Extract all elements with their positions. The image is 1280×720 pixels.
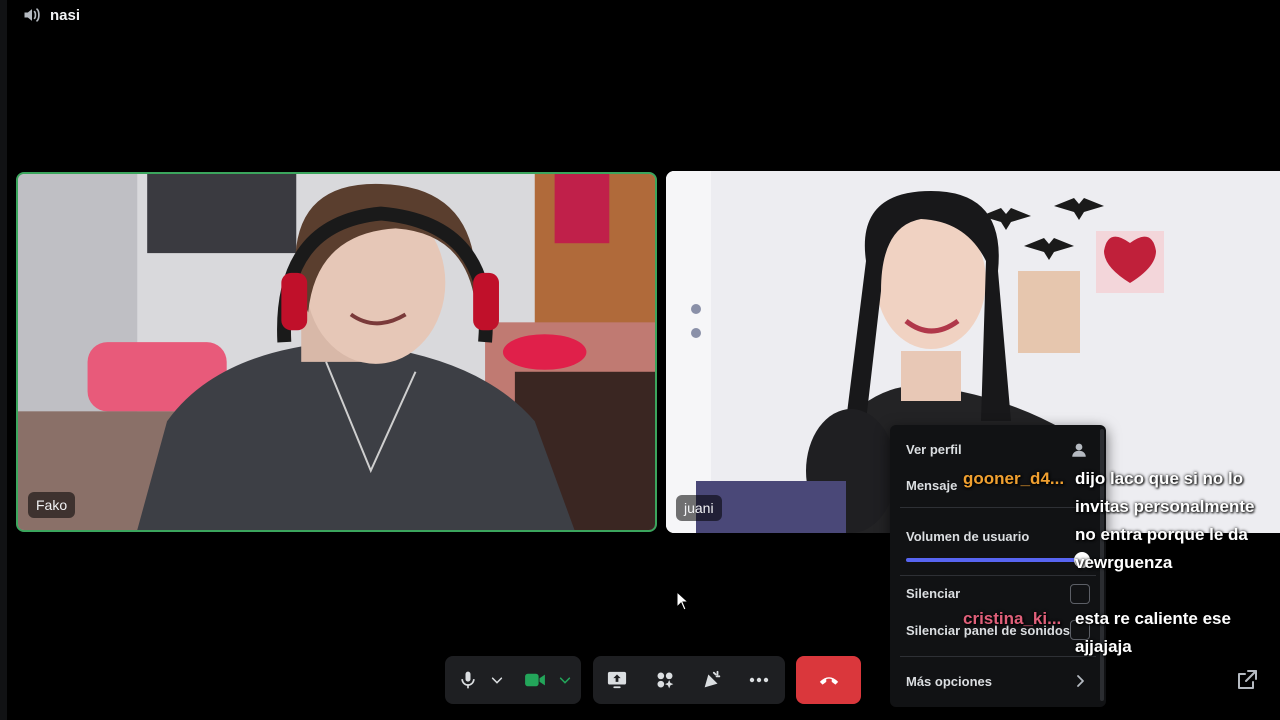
left-edge (0, 0, 7, 720)
soundboard-icon (704, 670, 721, 688)
mute-checkbox[interactable] (1070, 584, 1090, 604)
profile-icon (1072, 443, 1086, 457)
menu-item-more-options[interactable]: Más opciones (906, 674, 992, 689)
microphone-icon (461, 671, 475, 689)
menu-separator (900, 656, 1096, 657)
hang-up-button[interactable] (796, 656, 861, 704)
menu-item-message[interactable]: Mensaje (906, 478, 957, 493)
activities-button[interactable] (649, 664, 681, 696)
screen-share-button[interactable] (601, 664, 633, 696)
video-options-button[interactable] (551, 664, 579, 696)
chat-overlay-message: dijo laco que si no lo invitas personalm… (1075, 469, 1255, 572)
speaker-icon (24, 8, 40, 22)
camera-button[interactable] (519, 664, 551, 696)
menu-separator (900, 507, 1096, 508)
chat-overlay-username: gooner_d4... (963, 469, 1065, 488)
menu-separator (900, 575, 1096, 576)
chevron-down-icon (491, 677, 503, 684)
chat-overlay-username: cristina_ki... (963, 609, 1062, 628)
hang-up-icon (819, 677, 838, 685)
camera-icon (525, 673, 545, 687)
menu-item-view-profile[interactable]: Ver perfil (906, 442, 962, 457)
user-volume-slider[interactable] (906, 558, 1084, 562)
audio-options-button[interactable] (483, 664, 511, 696)
menu-item-mute[interactable]: Silenciar (906, 586, 960, 601)
activity-controls (593, 656, 785, 704)
video-feed (18, 174, 655, 530)
chat-overlay-message: esta re caliente ese ajjajaja (1075, 609, 1231, 656)
more-icon (749, 677, 769, 683)
popout-icon[interactable] (1235, 668, 1259, 692)
chevron-down-icon (559, 677, 571, 684)
video-tile-fako[interactable]: Fako (16, 172, 657, 532)
participant-name-tag: juani (676, 495, 722, 521)
user-context-menu: Ver perfil Mensaje Volumen de usuario Si… (890, 425, 1106, 707)
menu-label-user-volume: Volumen de usuario (906, 529, 1030, 544)
participant-name-tag: Fako (28, 492, 76, 518)
microphone-button[interactable] (452, 664, 484, 696)
channel-header: nasi (0, 0, 1280, 30)
chevron-right-icon (1077, 675, 1084, 687)
more-button[interactable] (743, 664, 775, 696)
channel-name: nasi (50, 6, 81, 24)
mouse-cursor-icon (676, 591, 690, 611)
soundboard-button[interactable] (696, 664, 728, 696)
activities-icon (657, 672, 674, 689)
screen-share-icon (607, 671, 627, 689)
audio-video-controls (445, 656, 581, 704)
